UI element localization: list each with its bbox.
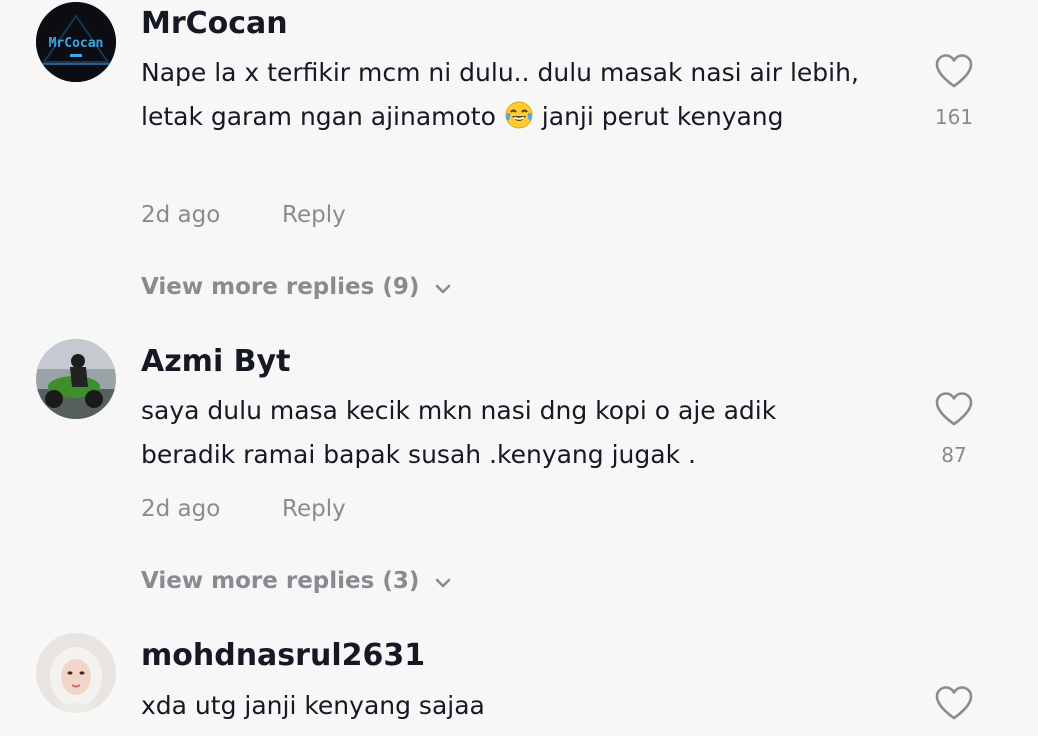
like-button[interactable] <box>934 685 974 721</box>
comment-text: saya dulu masa kecik mkn nasi dng kopi o… <box>141 396 777 469</box>
heart-outline-icon <box>935 54 973 88</box>
username[interactable]: mohdnasrul2631 <box>141 638 425 674</box>
avatar-image <box>36 339 116 419</box>
comment-text-part: janji perut kenyang <box>533 102 784 131</box>
avatar[interactable] <box>36 339 116 419</box>
view-more-replies-label: View more replies (9) <box>141 274 420 300</box>
reply-button[interactable]: Reply <box>282 494 346 524</box>
avatar-image <box>36 633 116 713</box>
like-count: 161 <box>934 105 974 129</box>
heart-outline-icon <box>935 392 973 426</box>
username[interactable]: Azmi Byt <box>141 344 290 380</box>
username[interactable]: MrCocan <box>141 6 288 42</box>
chevron-down-icon <box>433 277 453 297</box>
timestamp: 2d ago <box>141 496 221 522</box>
comment-text: Nape la x terfikir mcm ni dulu.. dulu ma… <box>141 51 861 139</box>
view-more-replies-button[interactable]: View more replies (9) <box>141 272 453 302</box>
comment-meta: 2d ago Reply <box>141 200 346 230</box>
like-button[interactable] <box>934 391 974 427</box>
face-with-tears-of-joy-icon <box>504 100 534 130</box>
reply-button[interactable]: Reply <box>282 200 346 230</box>
like-count: 87 <box>941 443 967 467</box>
view-more-replies-label: View more replies (3) <box>141 568 420 594</box>
heart-outline-icon <box>935 686 973 720</box>
comment-meta: 2d ago Reply <box>141 494 346 524</box>
avatar[interactable]: MrCocan <box>36 2 116 82</box>
avatar-image: MrCocan <box>36 2 116 82</box>
avatar[interactable] <box>36 633 116 713</box>
like-button[interactable] <box>934 53 974 89</box>
timestamp: 2d ago <box>141 202 221 228</box>
comment-text: xda utg janji kenyang sajaa <box>141 691 485 720</box>
chevron-down-icon <box>433 571 453 591</box>
avatar-logo-text: MrCocan <box>49 36 104 51</box>
view-more-replies-button[interactable]: View more replies (3) <box>141 566 453 596</box>
